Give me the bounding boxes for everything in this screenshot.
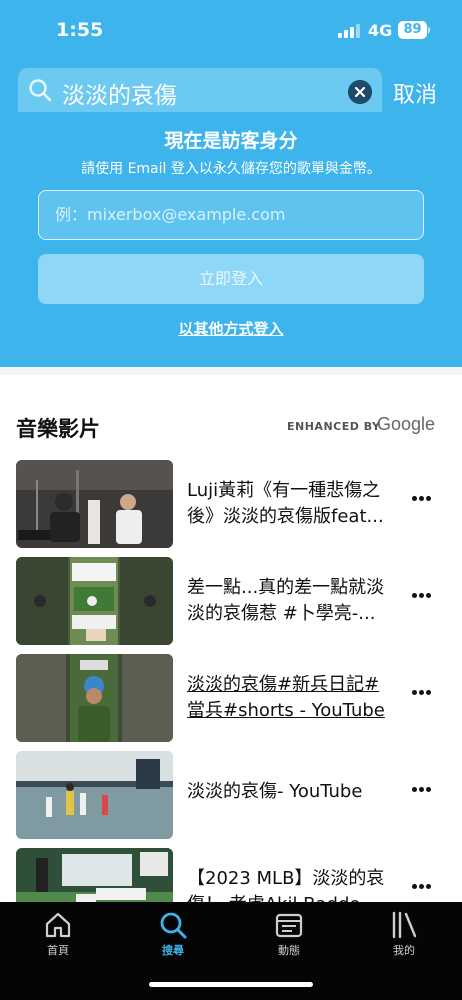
home-indicator	[149, 982, 313, 987]
clear-search-icon[interactable]	[348, 80, 372, 104]
search-icon	[160, 912, 187, 939]
video-thumbnail[interactable]	[16, 751, 173, 839]
signal-icon	[338, 24, 362, 38]
video-title[interactable]: 淡淡的哀傷- YouTube	[187, 779, 397, 805]
nav-library-label: 我的	[393, 944, 415, 957]
login-button[interactable]: 立即登入	[38, 254, 424, 304]
section-divider	[0, 367, 462, 375]
list-item[interactable]: 淡淡的哀傷#新兵日記#當兵#shorts - YouTube	[0, 652, 462, 744]
network-type: 4G	[368, 21, 393, 40]
guest-login-header: 1:55 4G 89 淡淡的哀傷 取消 現在是訪客身分 請使用 Email 登入…	[0, 0, 462, 367]
list-item[interactable]: Luji黃莉《有一種悲傷之後》淡淡的哀傷版feat...	[0, 458, 462, 550]
video-thumbnail[interactable]	[16, 654, 173, 742]
home-icon	[45, 912, 71, 938]
nav-home-label: 首頁	[47, 944, 69, 957]
video-title[interactable]: 淡淡的哀傷#新兵日記#當兵#shorts - YouTube	[187, 672, 397, 724]
section-title: 音樂影片	[16, 417, 100, 441]
more-options-icon[interactable]	[412, 496, 432, 502]
library-icon	[392, 911, 417, 939]
search-icon	[29, 79, 52, 102]
other-login-link[interactable]: 以其他方式登入	[0, 318, 462, 339]
more-options-icon[interactable]	[412, 690, 432, 696]
feed-icon	[275, 913, 303, 938]
cancel-button[interactable]: 取消	[393, 77, 437, 109]
list-item[interactable]: 淡淡的哀傷- YouTube	[0, 749, 462, 841]
more-options-icon[interactable]	[412, 787, 432, 793]
status-bar: 1:55 4G 89	[0, 0, 462, 62]
guest-title: 現在是訪客身分	[164, 130, 298, 152]
google-logo: Google	[377, 414, 436, 434]
status-time: 1:55	[56, 19, 104, 41]
nav-home[interactable]: 首頁	[18, 910, 98, 958]
battery-icon: 89	[398, 21, 427, 39]
nav-library[interactable]: 我的	[364, 910, 444, 958]
nav-feed[interactable]: 動態	[249, 910, 329, 958]
enhanced-by-label: ENHANCED BY	[287, 420, 381, 433]
search-bar[interactable]: 淡淡的哀傷	[18, 68, 382, 112]
nav-search[interactable]: 搜尋	[133, 910, 213, 958]
video-thumbnail[interactable]	[16, 460, 173, 548]
more-options-icon[interactable]	[412, 884, 432, 890]
more-options-icon[interactable]	[412, 593, 432, 599]
nav-search-label: 搜尋	[162, 944, 184, 957]
email-field[interactable]: 例：mixerbox@example.com	[38, 190, 424, 240]
video-thumbnail[interactable]	[16, 557, 173, 645]
video-title[interactable]: Luji黃莉《有一種悲傷之後》淡淡的哀傷版feat...	[187, 478, 397, 530]
video-title[interactable]: 差一點...真的差一點就淡淡的哀傷惹 #卜學亮-...	[187, 575, 397, 627]
battery-tip	[428, 27, 430, 33]
nav-feed-label: 動態	[278, 944, 300, 957]
guest-subtitle: 請使用 Email 登入以永久儲存您的歌單與金幣。	[81, 161, 381, 177]
list-item[interactable]: 差一點...真的差一點就淡淡的哀傷惹 #卜學亮-...	[0, 555, 462, 647]
search-input[interactable]: 淡淡的哀傷	[62, 76, 177, 110]
